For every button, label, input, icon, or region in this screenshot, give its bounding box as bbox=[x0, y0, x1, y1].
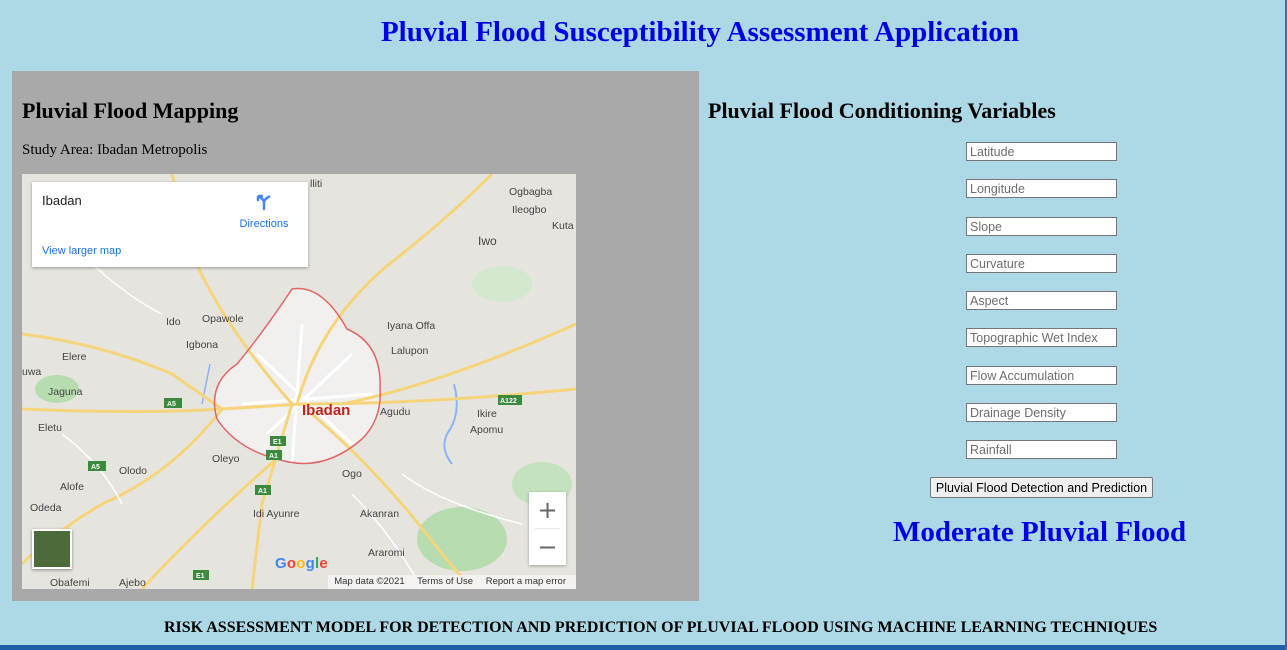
view-larger-map-link[interactable]: View larger map bbox=[42, 245, 121, 257]
road-shield: A1 bbox=[258, 488, 267, 495]
mapping-heading: Pluvial Flood Mapping bbox=[22, 98, 239, 123]
map-label: Ogo bbox=[342, 468, 362, 480]
map-city-label: Ibadan bbox=[302, 402, 351, 419]
map-label: lliti bbox=[310, 178, 323, 190]
map-label: Kuta bbox=[552, 220, 574, 232]
map-label: Odeda bbox=[30, 502, 62, 514]
report-map-error-link[interactable]: Report a map error bbox=[486, 576, 566, 587]
google-logo: Google bbox=[275, 555, 328, 572]
directions-icon bbox=[256, 194, 271, 210]
map-label: Lalupon bbox=[391, 345, 429, 357]
logo-letter: o bbox=[296, 555, 306, 572]
map-label: Iwo bbox=[478, 234, 497, 248]
road-shield: E1 bbox=[196, 573, 205, 580]
map-label: Eletu bbox=[38, 422, 62, 434]
map-label: Alofe bbox=[60, 481, 84, 493]
map-label: Ido bbox=[166, 316, 181, 328]
map-label: Ikire bbox=[477, 408, 497, 420]
map-label: Iyana Offa bbox=[387, 320, 436, 332]
app-title: Pluvial Flood Susceptibility Assessment … bbox=[380, 16, 1020, 48]
directions-button[interactable]: Directions bbox=[234, 192, 294, 230]
map-label: Obafemi bbox=[50, 577, 90, 589]
map-label: Akanran bbox=[360, 508, 400, 520]
longitude-input[interactable] bbox=[966, 179, 1117, 198]
road-shield: E1 bbox=[273, 439, 282, 446]
map-label: Ileogbo bbox=[512, 204, 547, 216]
embedded-map[interactable]: A5 A122 E1 A1 A5 A1 E1 Ogbagba Ileogbo K… bbox=[22, 174, 576, 589]
terms-of-use-link[interactable]: Terms of Use bbox=[417, 576, 473, 587]
prediction-result: Moderate Pluvial Flood bbox=[893, 516, 1187, 548]
slope-input[interactable] bbox=[966, 217, 1117, 236]
logo-letter: o bbox=[286, 555, 297, 572]
map-label: Ajebo bbox=[119, 577, 146, 589]
road-shield: A1 bbox=[269, 453, 278, 460]
map-label: Araromi bbox=[368, 547, 405, 559]
flood-mapping-panel: Pluvial Flood Mapping Study Area: Ibadan… bbox=[12, 71, 699, 601]
map-label: Olodo bbox=[119, 465, 148, 477]
aspect-input[interactable] bbox=[966, 291, 1117, 310]
map-label: Apomu bbox=[470, 424, 504, 436]
predict-button[interactable]: Pluvial Flood Detection and Prediction bbox=[930, 477, 1153, 498]
satellite-toggle[interactable] bbox=[32, 529, 72, 569]
map-label: uwa bbox=[22, 366, 42, 378]
map-label: Jaguna bbox=[48, 386, 83, 398]
map-label: Ogbagba bbox=[509, 186, 553, 198]
study-area-text: Study Area: Ibadan Metropolis bbox=[22, 142, 208, 158]
road-shield: A5 bbox=[91, 464, 100, 471]
map-label: Igbona bbox=[186, 339, 219, 351]
map-place-name: Ibadan bbox=[42, 193, 82, 208]
directions-label: Directions bbox=[239, 218, 289, 230]
road-shield: A5 bbox=[167, 401, 176, 408]
taskbar-strip bbox=[0, 645, 1287, 650]
zoom-controls: + − bbox=[529, 492, 566, 565]
logo-letter: g bbox=[305, 555, 315, 572]
map-label: Idi Ayunre bbox=[253, 508, 300, 520]
flow-accumulation-input[interactable] bbox=[966, 366, 1117, 385]
latitude-input[interactable] bbox=[966, 142, 1117, 161]
curvature-input[interactable] bbox=[966, 254, 1117, 273]
map-label: Agudu bbox=[380, 406, 411, 418]
logo-letter: e bbox=[319, 555, 328, 572]
logo-letter: G bbox=[275, 555, 287, 572]
map-attribution: Map data ©2021 Terms of Use Report a map… bbox=[328, 575, 576, 589]
zoom-in-button[interactable]: + bbox=[529, 492, 566, 528]
drainage-density-input[interactable] bbox=[966, 403, 1117, 422]
map-label: Opawole bbox=[202, 313, 244, 325]
map-label: Elere bbox=[62, 351, 87, 363]
footer-caption: RISK ASSESSMENT MODEL FOR DETECTION AND … bbox=[164, 619, 1158, 636]
topographic-wet-index-input[interactable] bbox=[966, 328, 1117, 347]
map-data-credit: Map data ©2021 bbox=[334, 576, 405, 587]
map-label: Oleyo bbox=[212, 453, 240, 465]
map-info-card: Ibadan Directions View larger map bbox=[32, 182, 308, 267]
road-shield: A122 bbox=[500, 398, 517, 405]
zoom-out-button[interactable]: − bbox=[529, 529, 566, 565]
variables-heading: Pluvial Flood Conditioning Variables bbox=[708, 98, 1056, 123]
rainfall-input[interactable] bbox=[966, 440, 1117, 459]
